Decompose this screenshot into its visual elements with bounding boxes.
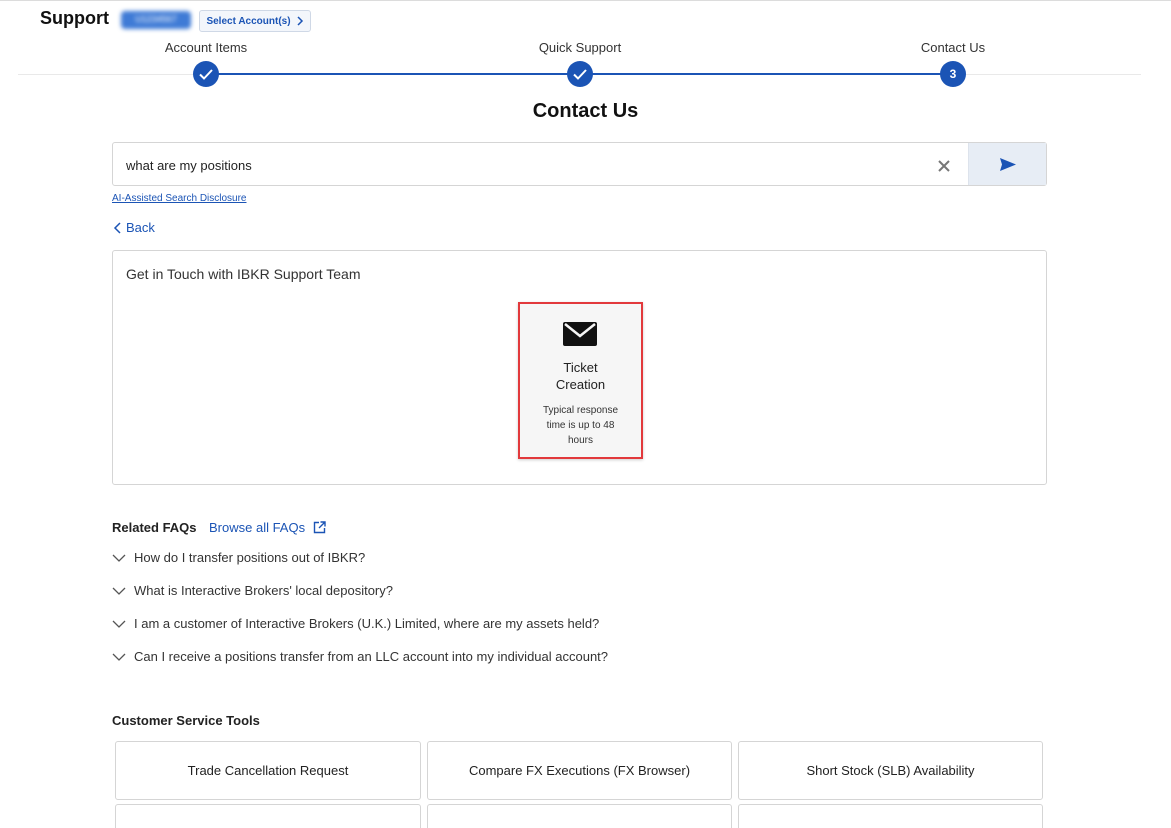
step-label: Account Items <box>164 40 248 55</box>
faq-question: Can I receive a positions transfer from … <box>134 649 609 664</box>
ticket-sub-line: hours <box>567 435 593 446</box>
faq-question: What is Interactive Brokers' local depos… <box>134 583 393 598</box>
tool-tile[interactable] <box>427 804 732 828</box>
chevron-left-icon <box>113 221 121 234</box>
browse-faqs-label: Browse all FAQs <box>209 520 306 535</box>
account-badge-text: U1234567 <box>135 14 177 24</box>
step-complete-check-icon <box>193 61 219 87</box>
ai-search-disclosure-link[interactable]: AI-Assisted Search Disclosure <box>112 193 247 204</box>
faq-item[interactable]: How do I transfer positions out of IBKR? <box>112 550 365 565</box>
clear-search-button[interactable] <box>933 155 955 177</box>
chevron-right-icon <box>297 16 303 26</box>
step-quick-support[interactable]: Quick Support <box>500 40 660 87</box>
step-account-items[interactable]: Account Items <box>126 40 286 87</box>
tool-label: Trade Cancellation Request <box>187 763 349 778</box>
search-input[interactable] <box>126 155 906 175</box>
ticket-response-time: Typical response time is up to 48 hours <box>532 403 629 448</box>
related-faqs-heading: Related FAQs <box>112 520 197 535</box>
top-border <box>0 0 1171 1</box>
send-icon <box>999 157 1016 171</box>
browse-all-faqs-link[interactable]: Browse all FAQs <box>209 520 326 535</box>
tool-label: Compare FX Executions (FX Browser) <box>468 763 691 778</box>
section-heading: Contact Us <box>532 100 639 122</box>
faq-item[interactable]: I am a customer of Interactive Brokers (… <box>112 616 599 631</box>
select-accounts-label: Select Account(s) <box>206 15 291 27</box>
search-bar <box>112 142 1047 186</box>
step-complete-check-icon <box>567 61 593 87</box>
chevron-down-icon <box>112 554 126 562</box>
back-link[interactable]: Back <box>113 220 155 235</box>
step-contact-us: Contact Us 3 <box>873 40 1033 87</box>
select-accounts-button[interactable]: Select Account(s) <box>199 10 311 32</box>
back-label: Back <box>126 220 155 235</box>
faq-question: How do I transfer positions out of IBKR? <box>134 550 366 565</box>
contact-panel: Get in Touch with IBKR Support Team Tick… <box>112 250 1047 485</box>
tool-trade-cancellation[interactable]: Trade Cancellation Request <box>115 741 421 800</box>
contact-panel-title: Get in Touch with IBKR Support Team <box>126 266 361 282</box>
chevron-down-icon <box>112 653 126 661</box>
ticket-sub-line: time is up to 48 <box>546 420 615 431</box>
tool-compare-fx[interactable]: Compare FX Executions (FX Browser) <box>427 741 732 800</box>
account-badge: U1234567 <box>121 11 191 29</box>
ticket-sub-line: Typical response <box>542 405 619 416</box>
step-label: Contact Us <box>920 40 986 55</box>
submit-search-button[interactable] <box>968 143 1046 185</box>
ticket-creation-title: Ticket Creation <box>530 359 631 393</box>
envelope-icon <box>563 322 597 346</box>
ticket-title-line: Creation <box>555 377 606 392</box>
step-label: Quick Support <box>538 40 622 55</box>
external-link-icon <box>313 521 326 534</box>
page-title: Support <box>40 8 109 28</box>
faq-item[interactable]: Can I receive a positions transfer from … <box>112 649 608 664</box>
ticket-title-line: Ticket <box>563 360 598 375</box>
faq-item[interactable]: What is Interactive Brokers' local depos… <box>112 583 393 598</box>
tool-label: Short Stock (SLB) Availability <box>806 763 975 778</box>
step-number: 3 <box>940 61 966 87</box>
chevron-down-icon <box>112 620 126 628</box>
faq-question: I am a customer of Interactive Brokers (… <box>134 616 600 631</box>
tool-tile[interactable] <box>738 804 1043 828</box>
tool-short-stock[interactable]: Short Stock (SLB) Availability <box>738 741 1043 800</box>
chevron-down-icon <box>112 587 126 595</box>
tool-tile[interactable] <box>115 804 421 828</box>
ticket-creation-card[interactable]: Ticket Creation Typical response time is… <box>518 302 643 459</box>
close-icon <box>938 160 950 172</box>
customer-service-tools-heading: Customer Service Tools <box>112 713 260 728</box>
